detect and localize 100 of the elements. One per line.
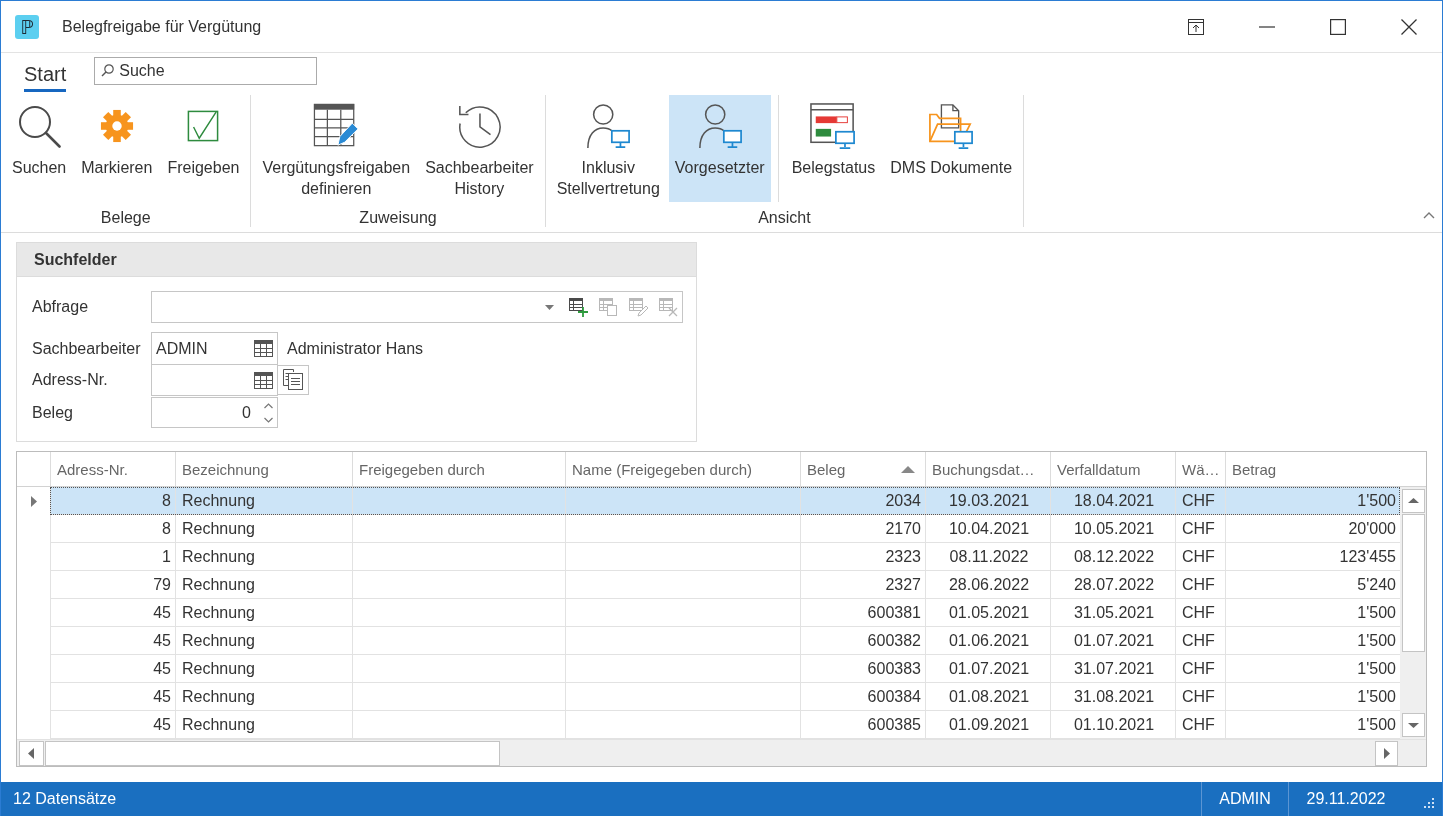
table-cell: Rechnung bbox=[175, 627, 352, 654]
column-header[interactable]: Betrag bbox=[1225, 452, 1426, 486]
table-cell: Rechnung bbox=[175, 683, 352, 710]
table-icon[interactable] bbox=[254, 340, 273, 357]
ribbon-button[interactable]: Suchen bbox=[6, 95, 73, 202]
table-row[interactable]: 45 Rechnung 600385 01.09.2021 01.10.2021 CHF 1'500 bbox=[50, 711, 1400, 739]
horizontal-scrollbar[interactable] bbox=[17, 740, 1400, 766]
close-icon[interactable] bbox=[1401, 18, 1417, 35]
ribbon-button[interactable]: Vorgesetzter bbox=[668, 95, 771, 202]
search-icon bbox=[17, 104, 61, 148]
resize-grip-icon[interactable] bbox=[1423, 797, 1435, 809]
table-cell: Rechnung bbox=[175, 599, 352, 626]
table-cell: CHF bbox=[1175, 683, 1225, 710]
table-cell: 600383 bbox=[800, 655, 925, 682]
table-cell: 600385 bbox=[800, 711, 925, 738]
column-header[interactable]: Beleg bbox=[800, 452, 925, 486]
table-cell: 10.04.2021 bbox=[925, 515, 1050, 542]
table-cell: CHF bbox=[1175, 599, 1225, 626]
gear-icon bbox=[99, 109, 134, 143]
table-row[interactable]: 8 Rechnung 2034 19.03.2021 18.04.2021 CHF 1'500 bbox=[50, 487, 1400, 515]
column-header[interactable]: Bezeichnung bbox=[175, 452, 352, 486]
table-cell: 45 bbox=[50, 599, 175, 626]
table-row[interactable]: 79 Rechnung 2327 28.06.2022 28.07.2022 CHF 5'240 bbox=[50, 571, 1400, 599]
documents-icon[interactable] bbox=[277, 365, 309, 395]
table-row[interactable]: 45 Rechnung 600383 01.07.2021 31.07.2021 CHF 1'500 bbox=[50, 655, 1400, 683]
table-cell: 600382 bbox=[800, 627, 925, 654]
field-label: Adress-Nr. bbox=[32, 371, 109, 389]
ribbon-tab[interactable]: Start bbox=[24, 53, 67, 92]
record-count: 12 Datensätze bbox=[13, 790, 117, 808]
scrollbar-thumb[interactable] bbox=[1401, 514, 1425, 652]
maximize-icon[interactable] bbox=[1330, 18, 1346, 35]
table-cell: 31.07.2021 bbox=[1050, 655, 1175, 682]
table-row[interactable]: 8 Rechnung 2170 10.04.2021 10.05.2021 CHF 20'000 bbox=[50, 515, 1400, 543]
scroll-left-icon[interactable] bbox=[19, 740, 44, 766]
clock-arrow-icon bbox=[456, 103, 503, 149]
table-cell: CHF bbox=[1175, 515, 1225, 542]
column-header[interactable]: Adress-Nr. bbox=[50, 452, 175, 486]
table-cell: 1 bbox=[50, 543, 175, 570]
dropdown-caret-icon[interactable] bbox=[545, 304, 554, 310]
scroll-up-icon[interactable] bbox=[1401, 489, 1425, 513]
ribbon-button[interactable]: DMS Dokumente bbox=[884, 95, 1019, 202]
table-cell: 45 bbox=[50, 627, 175, 654]
table-cell: CHF bbox=[1175, 571, 1225, 598]
ribbon-button[interactable]: Belegstatus bbox=[785, 95, 882, 202]
table-cell: 10.05.2021 bbox=[1050, 515, 1175, 542]
table-icon[interactable] bbox=[254, 371, 273, 389]
table-row[interactable]: 1 Rechnung 2323 08.11.2022 08.12.2022 CHF 123'455 bbox=[50, 543, 1400, 571]
table-cell: 01.07.2021 bbox=[925, 655, 1050, 682]
search-icon bbox=[101, 64, 115, 77]
group-label: Belege bbox=[100, 209, 151, 227]
ribbon-button[interactable]: Inklusiv Stellvertretung bbox=[550, 95, 666, 202]
chevron-up-icon[interactable] bbox=[1423, 212, 1435, 219]
window-title: Belegfreigabe für Vergütung bbox=[62, 17, 262, 36]
table-cell: CHF bbox=[1175, 627, 1225, 654]
minimize-icon[interactable] bbox=[1259, 25, 1275, 28]
table-cell: Rechnung bbox=[175, 543, 352, 570]
ribbon-button[interactable]: Vergütungsfreigaben definieren bbox=[256, 95, 417, 202]
ribbon-button[interactable]: Sachbearbeiter History bbox=[419, 95, 540, 202]
table-cell: 31.08.2021 bbox=[1050, 683, 1175, 710]
table-cell: 31.05.2021 bbox=[1050, 599, 1175, 626]
scrollbar-corner bbox=[1400, 740, 1426, 766]
table-cell: 01.07.2021 bbox=[1050, 627, 1175, 654]
field-label: Beleg bbox=[32, 403, 74, 422]
table-row[interactable]: 45 Rechnung 600382 01.06.2021 01.07.2021 CHF 1'500 bbox=[50, 627, 1400, 655]
table-cell: CHF bbox=[1175, 655, 1225, 682]
table-row[interactable]: 45 Rechnung 600381 01.05.2021 31.05.2021 CHF 1'500 bbox=[50, 599, 1400, 627]
box-arrow-up-icon[interactable] bbox=[1188, 18, 1204, 35]
table-cell: Rechnung bbox=[175, 571, 352, 598]
lookup-field[interactable]: ADMIN bbox=[151, 332, 278, 365]
table-pencil-icon bbox=[313, 103, 360, 149]
row-indicator-icon bbox=[30, 495, 37, 507]
column-header[interactable]: Verfalldatum bbox=[1050, 452, 1175, 486]
table-cell: 01.05.2021 bbox=[925, 599, 1050, 626]
table-add-icon[interactable] bbox=[568, 297, 588, 317]
search-field[interactable]: Suche bbox=[94, 57, 318, 85]
column-header[interactable]: Wä… bbox=[1175, 452, 1225, 486]
scroll-down-icon[interactable] bbox=[1401, 713, 1425, 737]
table-cell: 18.04.2021 bbox=[1050, 487, 1175, 514]
lookup-field[interactable] bbox=[151, 364, 278, 396]
scroll-right-icon[interactable] bbox=[1375, 740, 1398, 766]
employee-name: Administrator Hans bbox=[287, 339, 424, 358]
number-field[interactable]: 0 bbox=[151, 397, 278, 428]
table-cell: 8 bbox=[50, 487, 175, 514]
group-label: Zuweisung bbox=[359, 209, 437, 227]
panel-title: Suchfelder bbox=[34, 250, 117, 269]
table-cell: 2034 bbox=[800, 487, 925, 514]
table-cell: 01.06.2021 bbox=[925, 627, 1050, 654]
ribbon-button[interactable]: Freigeben bbox=[161, 95, 246, 202]
table-cell: 45 bbox=[50, 683, 175, 710]
spin-arrows-icon[interactable] bbox=[264, 402, 273, 423]
vertical-scrollbar[interactable] bbox=[1400, 487, 1426, 739]
scrollbar-thumb[interactable] bbox=[45, 740, 500, 766]
column-header[interactable]: Buchungsdat… bbox=[925, 452, 1050, 486]
column-header[interactable]: Name (Freigegeben durch) bbox=[565, 452, 800, 486]
ribbon-button[interactable]: Markieren bbox=[75, 95, 159, 202]
window-bars-icon bbox=[810, 103, 857, 149]
table-row[interactable]: 45 Rechnung 600384 01.08.2021 31.08.2021 CHF 1'500 bbox=[50, 683, 1400, 711]
column-header[interactable]: Freigegeben durch bbox=[352, 452, 565, 486]
table-cell: 01.10.2021 bbox=[1050, 711, 1175, 738]
table-cell: 2327 bbox=[800, 571, 925, 598]
